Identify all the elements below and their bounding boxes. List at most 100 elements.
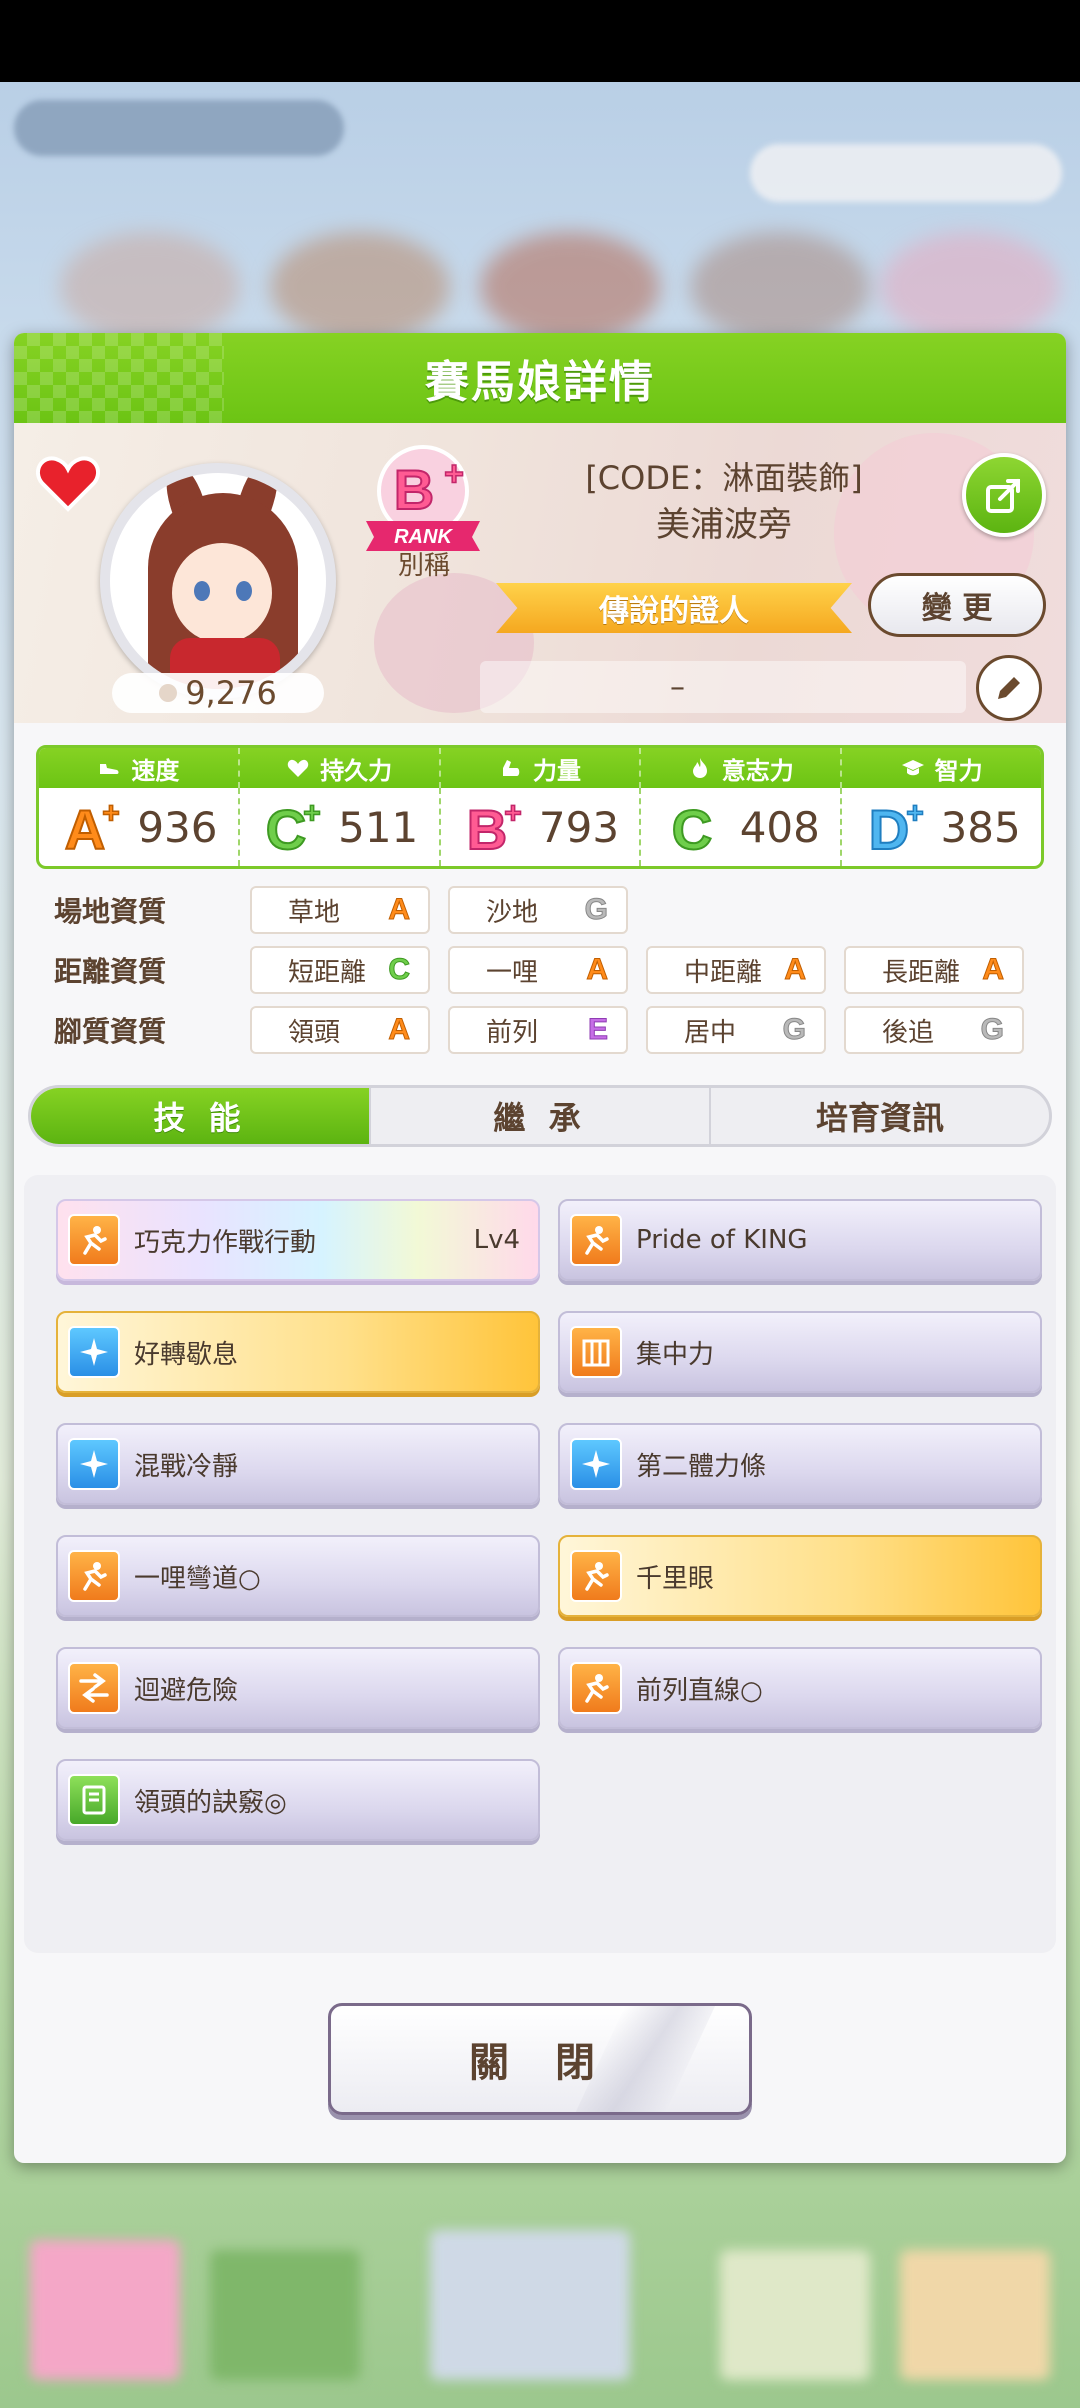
background-blob [60,232,240,342]
grade-d-plus-icon: D + [867,796,924,859]
close-label: 關 閉 [469,2040,611,2086]
character-name: 美浦波旁 [656,505,792,545]
avatar-eye [194,581,210,601]
stat-label: 力量 [532,756,581,785]
stat-stamina: C + 511 [240,788,441,866]
skills-list: 巧克力作戰行動 Lv4 Pride of KING 好轉歇息 集中力 混戰冷靜 … [24,1175,1056,1953]
stat-header-speed: 速度 [39,748,240,788]
background-blob [690,232,870,342]
grade-a-plus-icon: A + [64,796,121,859]
change-epithet-button[interactable]: 變 更 [868,573,1046,637]
fan-count-value: 9,276 [185,674,277,712]
svg-text:+: + [906,797,924,830]
skill-item[interactable]: 前列直線○ [558,1647,1042,1729]
runner-icon [570,1550,622,1602]
sparkle-icon [570,1438,622,1490]
aptitude-label: 腳質資質 [54,1015,167,1048]
skill-name: 千里眼 [636,1563,715,1594]
skill-item[interactable]: 第二體力條 [558,1423,1042,1505]
aptitude-chip: 領頭 A [250,1006,430,1054]
skill-item[interactable]: 一哩彎道○ [56,1535,540,1617]
background-sort-pill [750,144,1062,202]
skill-item[interactable]: 好轉歇息 [56,1311,540,1393]
stat-value: 793 [538,802,620,852]
background-blob [880,232,1060,342]
stat-label: 速度 [131,756,180,785]
svg-text:+: + [444,455,464,493]
aptitude-name: 後追 [882,1017,935,1048]
arrow-icon [68,1662,120,1714]
stat-power: B + 793 [441,788,642,866]
skill-item[interactable]: 混戰冷靜 [56,1423,540,1505]
close-button[interactable]: 關 閉 [328,2003,752,2115]
aptitude-chip: 草地 A [250,886,430,934]
style-aptitude-row: 腳質資質 領頭 A 前列 E 居中 G 後追 G [54,1005,1042,1055]
skill-level: Lv4 [473,1225,520,1255]
sparkle-icon [68,1326,120,1378]
stat-guts: C 408 [641,788,843,866]
aptitude-grade: A [388,893,411,927]
stat-value: 385 [940,802,1021,852]
horse-girl-detail-dialog: 賽馬娘詳情 9,276 B + RANK 別稱 [CODE：淋面裝飾] 美浦波旁… [14,333,1066,2163]
dialog-header: 賽馬娘詳情 [14,333,1066,423]
avatar-face [172,543,272,643]
skill-item[interactable]: Pride of KING [558,1199,1042,1281]
stat-header-stamina: 持久力 [240,748,441,788]
skill-item[interactable]: 千里眼 [558,1535,1042,1617]
svg-text:+: + [303,797,321,830]
memo-text: – [670,669,685,705]
stat-speed: A + 936 [39,788,240,866]
share-button[interactable] [962,453,1046,537]
aptitude-grade: G [980,1013,1004,1047]
skill-item[interactable]: 集中力 [558,1311,1042,1393]
aptitude-name: 長距離 [882,957,961,988]
nav-item-blurred [430,2230,630,2380]
aptitude-label: 場地資質 [54,895,167,928]
aptitude-chip: 短距離 C [250,946,430,994]
stat-header-guts: 意志力 [641,748,843,788]
tab-training-info[interactable]: 培育資訊 [711,1088,1049,1144]
flame-icon [692,758,707,778]
character-card: 9,276 B + RANK 別稱 [CODE：淋面裝飾] 美浦波旁 傳說的證人… [14,423,1066,723]
svg-text:+: + [103,797,121,830]
svg-text:+: + [504,797,522,830]
character-avatar[interactable] [100,463,336,699]
favorite-heart-icon[interactable] [36,453,100,513]
background-filter-pill [14,100,344,156]
stat-label: 意志力 [721,756,794,785]
skill-name: 一哩彎道○ [134,1563,261,1594]
aptitude-grade: G [584,893,608,927]
skill-item[interactable]: 巧克力作戰行動 Lv4 [56,1199,540,1281]
gate-icon [570,1326,622,1378]
aptitude-chip: 沙地 G [448,886,628,934]
background-blob [480,232,660,342]
stat-value: 408 [739,802,820,852]
memo-field[interactable]: – [480,661,966,713]
aptitude-grade: G [782,1013,806,1047]
grade-c-plus-icon: C + [265,796,322,859]
rank-badge: B + RANK [366,445,480,551]
skill-name: Pride of KING [636,1225,808,1255]
tab-skills[interactable]: 技 能 [31,1088,371,1144]
svg-text:A: A [65,798,105,859]
fan-count: 9,276 [112,673,324,713]
skill-name: 集中力 [636,1339,715,1370]
aptitude-chip: 居中 G [646,1006,826,1054]
aptitude-chip: 後追 G [844,1006,1024,1054]
book-icon [68,1774,120,1826]
skill-item[interactable]: 領頭的訣竅◎ [56,1759,540,1841]
aptitude-name: 居中 [684,1017,737,1048]
skill-name: 領頭的訣竅◎ [134,1787,287,1818]
stat-value: 511 [338,802,419,852]
stat-wisdom: D + 385 [842,788,1041,866]
svg-text:B: B [394,458,434,521]
fans-icon [159,684,178,702]
character-outfit-title: [CODE：淋面裝飾] [585,459,863,497]
stat-header-power: 力量 [441,748,642,788]
skill-item[interactable]: 迴避危險 [56,1647,540,1729]
stats-panel: 速度 持久力 力量 意志力 智力 A + 936 C + 511 B + 793… [36,745,1044,869]
edit-memo-button[interactable] [976,655,1042,721]
svg-text:C: C [266,798,306,859]
tab-inheritance[interactable]: 繼 承 [371,1088,711,1144]
epithet-ribbon: 傳說的證人 [496,583,852,633]
